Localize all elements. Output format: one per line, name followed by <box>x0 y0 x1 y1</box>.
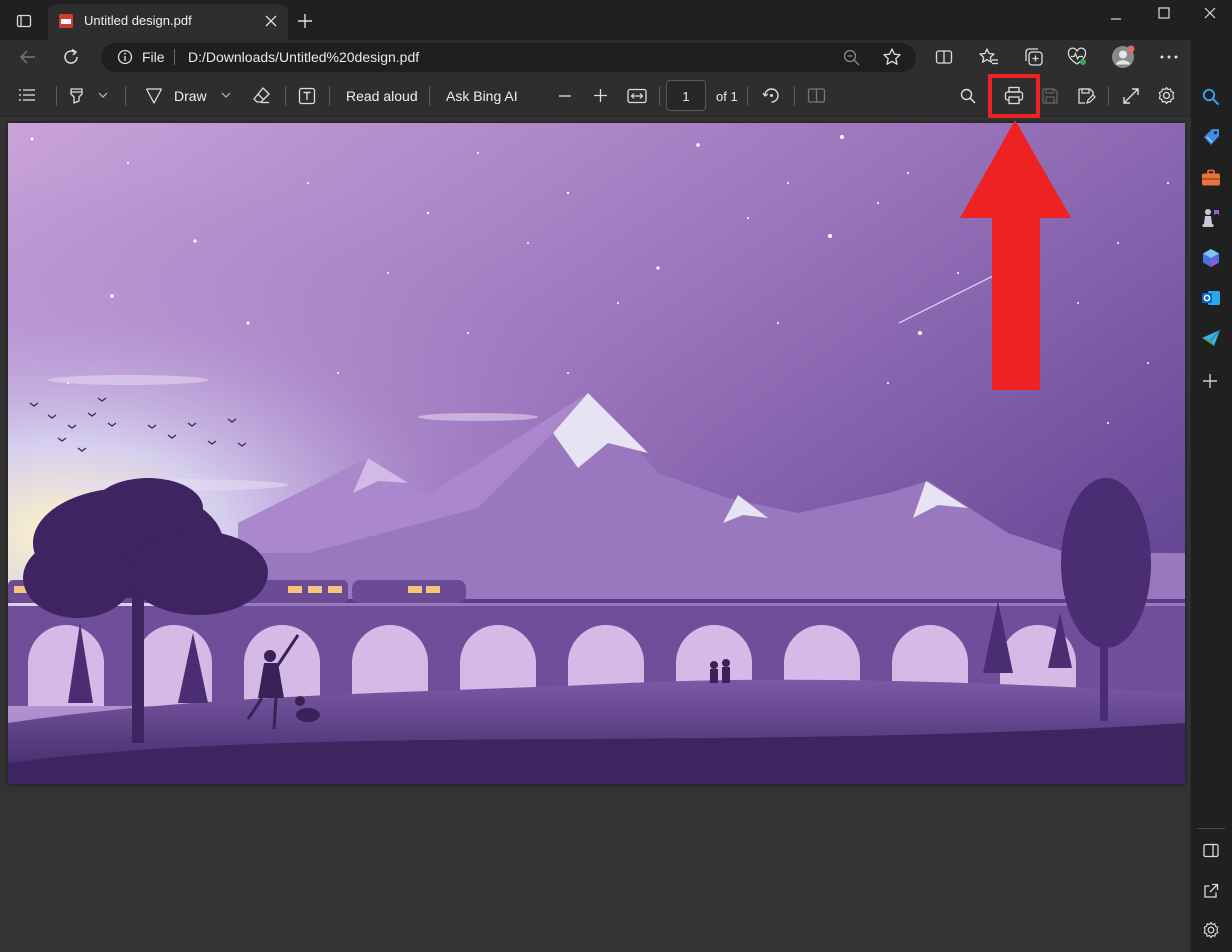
send-icon[interactable] <box>1201 329 1221 347</box>
toolbar-divider <box>659 86 660 106</box>
fit-page-icon[interactable] <box>627 88 647 104</box>
address-divider <box>174 49 175 65</box>
settings-icon[interactable] <box>1157 86 1176 105</box>
hide-sidebar-icon[interactable] <box>1203 843 1219 858</box>
close-tab-icon[interactable] <box>265 15 277 27</box>
file-scheme-label: File <box>142 49 165 65</box>
save-icon[interactable] <box>1041 87 1059 105</box>
shopping-tag-icon[interactable] <box>1202 128 1221 147</box>
page-total-label: of 1 <box>716 89 738 104</box>
read-aloud-button[interactable]: Read aloud <box>346 88 418 104</box>
new-tab-icon[interactable] <box>297 13 313 29</box>
back-icon[interactable] <box>19 48 37 66</box>
toolbar-divider <box>56 86 57 106</box>
fullscreen-icon[interactable] <box>1123 88 1139 104</box>
zoom-in-icon[interactable] <box>594 89 607 102</box>
toolbar-divider <box>794 86 795 106</box>
close-window-icon[interactable] <box>1204 7 1216 19</box>
chevron-down-icon[interactable] <box>221 92 231 99</box>
chevron-down-icon[interactable] <box>98 92 108 99</box>
minimize-icon[interactable] <box>1110 13 1122 25</box>
info-icon[interactable] <box>117 49 133 65</box>
zoom-out-icon[interactable] <box>559 90 571 102</box>
ask-bing-ai-button[interactable]: Ask Bing AI <box>446 88 518 104</box>
url-text[interactable]: D:/Downloads/Untitled%20design.pdf <box>188 49 419 65</box>
toolbar-divider <box>285 86 286 106</box>
zoom-out-icon[interactable] <box>843 49 860 66</box>
add-text-icon[interactable] <box>298 87 316 105</box>
add-icon[interactable] <box>1203 374 1217 388</box>
outlook-icon[interactable] <box>1201 288 1221 308</box>
save-as-icon[interactable] <box>1077 87 1096 105</box>
tab-actions-icon[interactable] <box>16 13 32 29</box>
tools-icon[interactable] <box>1201 169 1221 187</box>
eraser-icon[interactable] <box>252 86 271 105</box>
rotate-icon[interactable] <box>762 86 781 105</box>
collections-icon[interactable] <box>1024 47 1044 67</box>
toolbar-divider <box>429 86 430 106</box>
split-screen-icon[interactable] <box>935 48 953 66</box>
contents-icon[interactable] <box>18 88 36 102</box>
sidebar-settings-icon[interactable] <box>1202 921 1220 939</box>
toolbar-divider <box>1108 86 1109 106</box>
page-number-input[interactable]: 1 <box>666 80 706 111</box>
games-icon[interactable] <box>1201 207 1221 229</box>
maximize-icon[interactable] <box>1158 7 1170 19</box>
search-icon[interactable] <box>960 88 976 104</box>
print-button-highlight <box>988 74 1040 118</box>
draw-label[interactable]: Draw <box>174 88 207 104</box>
refresh-icon[interactable] <box>62 48 80 66</box>
profile-avatar-icon[interactable] <box>1111 45 1135 69</box>
tab-title: Untitled design.pdf <box>84 13 192 28</box>
annotation-arrow <box>958 120 1072 392</box>
toolbar-divider <box>125 86 126 106</box>
microsoft-365-icon[interactable] <box>1201 248 1221 268</box>
sidebar-divider <box>1197 828 1225 829</box>
highlight-icon[interactable] <box>68 87 85 105</box>
search-icon[interactable] <box>1202 88 1220 106</box>
toolbar-divider <box>747 86 748 106</box>
pdf-favicon-icon <box>58 13 74 29</box>
favorite-star-icon[interactable] <box>882 47 902 67</box>
more-icon[interactable] <box>1160 55 1178 59</box>
page-view-icon[interactable] <box>807 87 826 104</box>
toolbar-divider <box>329 86 330 106</box>
draw-icon[interactable] <box>145 87 163 105</box>
favorites-icon[interactable] <box>979 47 999 67</box>
browser-essentials-icon[interactable] <box>1067 47 1087 67</box>
external-link-icon[interactable] <box>1203 883 1219 899</box>
